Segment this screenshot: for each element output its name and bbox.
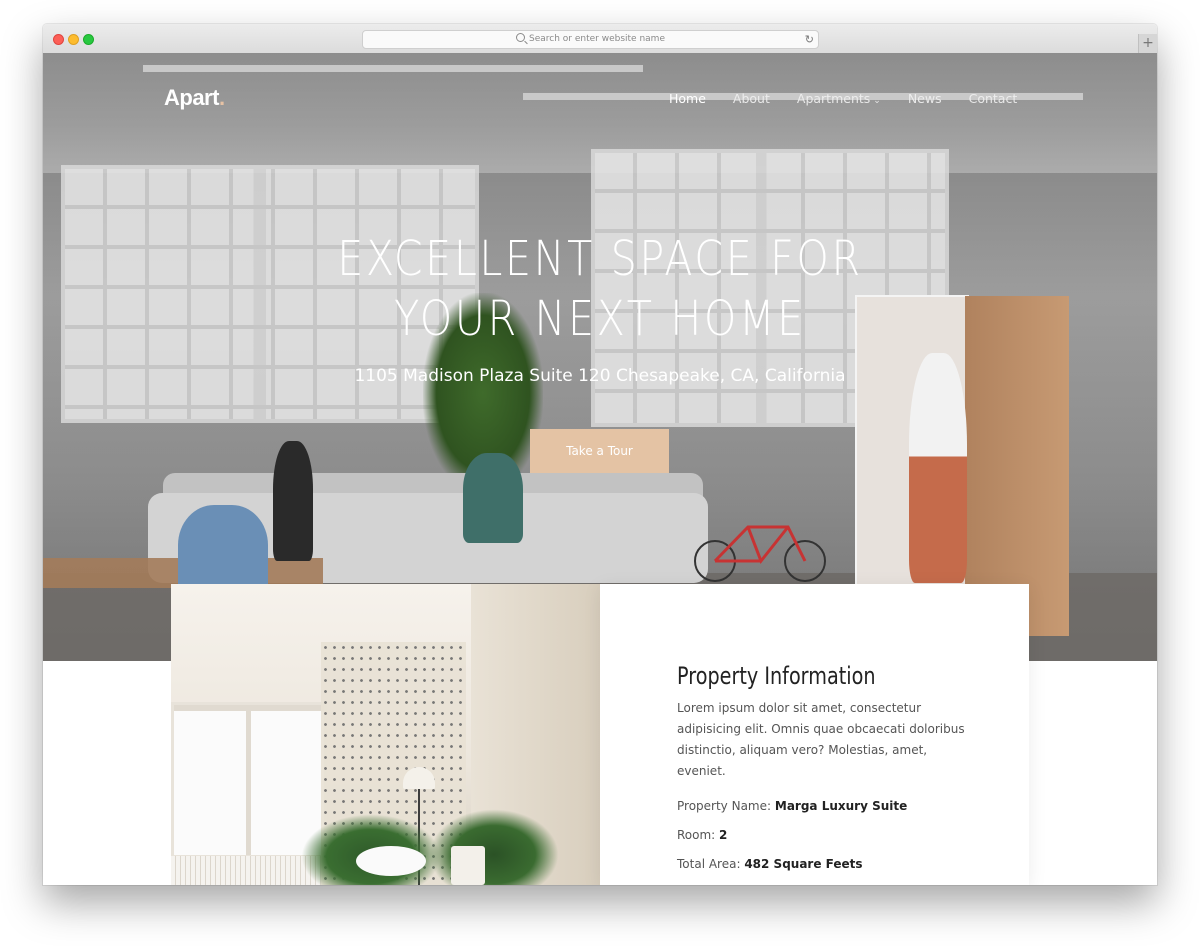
- property-info-title: Property Information: [677, 662, 876, 690]
- property-name-value: Marga Luxury Suite: [774, 799, 908, 813]
- browser-titlebar: Search or enter website name ↻ +: [43, 24, 1157, 54]
- property-photo: [171, 584, 600, 885]
- property-name-label: Property Name:: [677, 799, 772, 813]
- person-standing: [909, 353, 967, 583]
- hero-title-line-1: EXCELLENT SPACE FOR: [337, 231, 863, 287]
- plant-pot: [451, 846, 485, 885]
- property-description: Lorem ipsum dolor sit amet, consectetur …: [677, 701, 965, 778]
- new-tab-button[interactable]: +: [1138, 34, 1157, 53]
- search-icon: [516, 33, 526, 42]
- hero-address: 1105 Madison Plaza Suite 120 Chesapeake,…: [354, 366, 846, 386]
- nav-item-apartments-label: Apartments: [796, 91, 871, 106]
- nav-item-contact[interactable]: Contact: [969, 91, 1018, 106]
- logo-dot: .: [218, 85, 225, 110]
- nav-item-about[interactable]: About: [733, 91, 770, 106]
- address-bar[interactable]: Search or enter website name ↻: [362, 30, 819, 49]
- room-plant: [429, 809, 559, 885]
- ceiling-beam: [143, 65, 643, 72]
- total-area-value: 482 Square Feets: [744, 857, 863, 871]
- hero-title-line-2: YOUR NEXT HOME: [394, 291, 806, 347]
- main-nav: Home About Apartments ⌄ News Contact: [669, 91, 1044, 106]
- room-row: Room: 2: [677, 828, 727, 842]
- nav-item-news[interactable]: News: [908, 91, 942, 106]
- person-seated-left: [273, 441, 313, 561]
- radiator: [171, 856, 321, 885]
- logo-text: Apart: [164, 85, 219, 110]
- nav-item-home[interactable]: Home: [669, 91, 706, 106]
- reload-icon[interactable]: ↻: [805, 31, 814, 48]
- close-window-icon[interactable]: [53, 34, 64, 45]
- sheepskin-throw: [356, 846, 426, 876]
- property-name-row: Property Name: Marga Luxury Suite: [677, 799, 907, 813]
- room-value: 2: [719, 828, 728, 842]
- chevron-down-icon: ⌄: [873, 96, 881, 106]
- site-logo[interactable]: Apart.: [164, 85, 225, 111]
- nav-item-apartments[interactable]: Apartments ⌄: [797, 91, 881, 106]
- room-label: Room:: [677, 828, 716, 842]
- address-bar-placeholder: Search or enter website name: [529, 34, 665, 44]
- person-seated-right: [463, 453, 523, 543]
- total-area-label: Total Area:: [677, 857, 741, 871]
- hero-section: Apart. Home About Apartments ⌄ News Conta…: [43, 53, 1157, 661]
- total-area-row: Total Area: 482 Square Feets: [677, 857, 863, 871]
- minimize-window-icon[interactable]: [68, 34, 79, 45]
- browser-window: Search or enter website name ↻ + Apart. …: [43, 24, 1157, 885]
- bicycle-icon: [694, 525, 826, 582]
- take-a-tour-button[interactable]: Take a Tour: [530, 429, 669, 473]
- property-info-card: Property Information Lorem ipsum dolor s…: [600, 584, 1029, 885]
- hero-title: EXCELLENT SPACE FOR YOUR NEXT HOME: [121, 229, 1079, 349]
- maximize-window-icon[interactable]: [83, 34, 94, 45]
